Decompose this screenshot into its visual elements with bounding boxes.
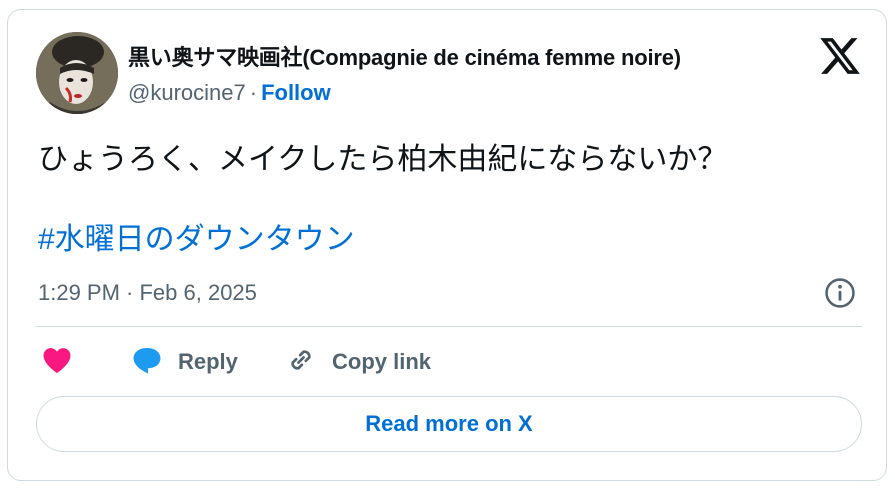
tweet-text: ひょうろく、メイクしたら柏木由紀にならないか？ [38,143,728,176]
copy-link-button[interactable]: Copy link [284,342,431,382]
copy-link-label: Copy link [332,349,432,374]
author-display-name[interactable]: 黒い奥サマ映画社(Compagnie de cinéma femme noire… [128,40,681,72]
x-logo-icon[interactable] [818,34,862,78]
hashtag-link[interactable]: #水曜日のダウンタウン [38,220,355,260]
like-button[interactable] [40,342,74,382]
reply-label: Reply [178,349,238,374]
reply-button[interactable]: Reply [130,342,238,382]
tweet-timestamp[interactable]: 1:29 PM · Feb 6, 2025 [38,280,257,306]
speech-bubble-icon [130,343,164,382]
link-icon [284,343,318,382]
read-more-button[interactable]: Read more on X [36,396,862,452]
divider [36,326,862,327]
info-icon[interactable] [823,276,857,310]
avatar[interactable] [36,32,118,114]
tweet-card: 黒い奥サマ映画社(Compagnie de cinéma femme noire… [7,9,887,481]
follow-button[interactable]: Follow [261,80,331,105]
separator-dot: · [249,80,258,105]
author-handle-row: @kurocine7 · Follow [128,80,331,106]
author-handle[interactable]: @kurocine7 [128,80,246,105]
action-bar: Reply Copy link [8,342,886,382]
heart-icon [40,343,74,382]
